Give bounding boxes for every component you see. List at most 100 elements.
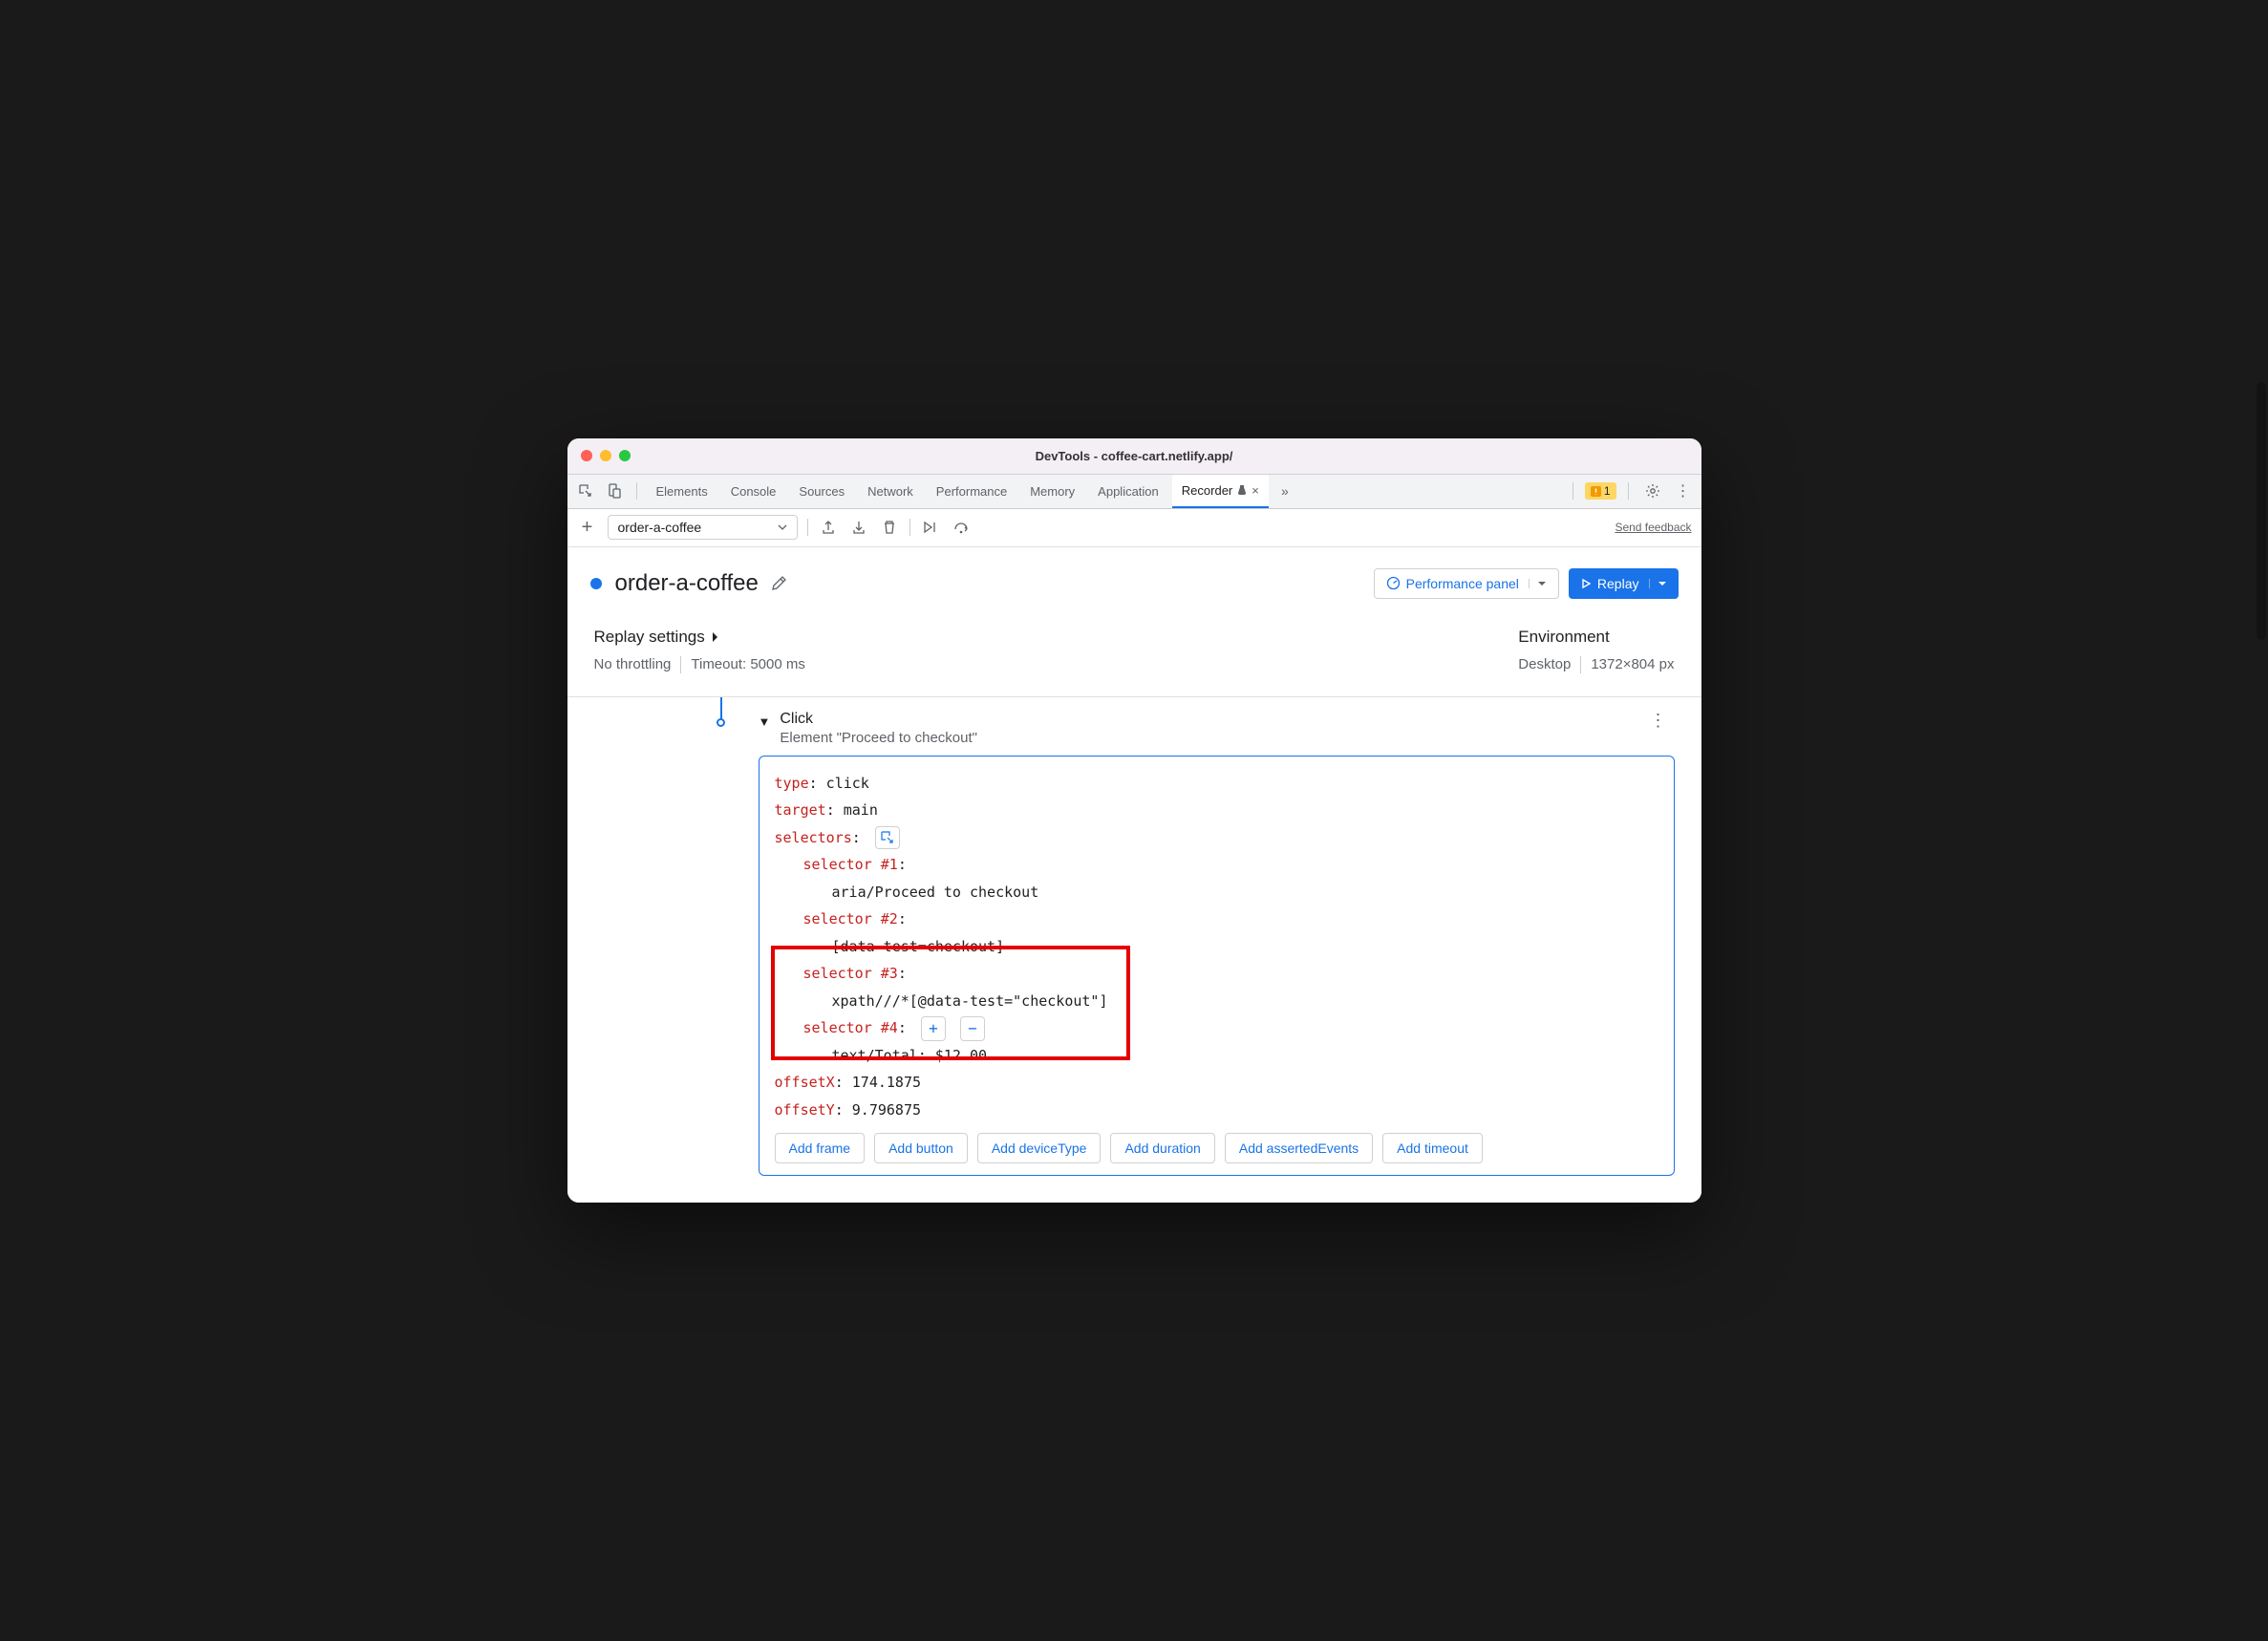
- close-window-button[interactable]: [581, 450, 592, 461]
- code-val-type[interactable]: : click: [809, 775, 869, 792]
- recording-select-value: order-a-coffee: [618, 520, 702, 535]
- device-value: Desktop: [1518, 656, 1571, 672]
- code-val-sel2[interactable]: [data-test=checkout]: [832, 938, 1005, 955]
- recording-title: order-a-coffee: [615, 570, 759, 597]
- delete-icon[interactable]: [879, 517, 900, 538]
- maximize-window-button[interactable]: [619, 450, 631, 461]
- tab-application[interactable]: Application: [1088, 474, 1168, 508]
- environment-heading: Environment: [1518, 628, 1674, 647]
- warning-icon: [1591, 486, 1601, 497]
- step-over-icon[interactable]: [951, 517, 972, 538]
- code-key-sel3: selector #3: [803, 965, 898, 982]
- add-selector-button[interactable]: +: [921, 1016, 946, 1041]
- import-icon[interactable]: [848, 517, 869, 538]
- recorder-toolbar: + order-a-coffee Send feedback: [567, 509, 1701, 547]
- separator: [1580, 656, 1581, 673]
- code-val-sel1[interactable]: aria/Proceed to checkout: [832, 884, 1039, 901]
- performance-panel-label: Performance panel: [1406, 576, 1519, 591]
- step-title: Click: [780, 711, 977, 728]
- separator: [636, 482, 637, 500]
- code-key-sel4: selector #4: [803, 1019, 898, 1036]
- tab-console[interactable]: Console: [721, 474, 786, 508]
- dimensions-value: 1372×804 px: [1591, 656, 1674, 672]
- step-header[interactable]: ▼ Click Element "Proceed to checkout" ⋮: [720, 697, 1675, 756]
- edit-title-icon[interactable]: [770, 575, 787, 592]
- devtools-tabstrip: Elements Console Sources Network Perform…: [567, 475, 1701, 509]
- traffic-lights: [581, 450, 631, 461]
- titlebar: DevTools - coffee-cart.netlify.app/: [567, 438, 1701, 475]
- add-attribute-row: Add frame Add button Add deviceType Add …: [775, 1133, 1658, 1163]
- play-icon: [1580, 578, 1592, 589]
- more-tabs-icon[interactable]: »: [1273, 479, 1297, 503]
- tab-recorder[interactable]: Recorder ×: [1172, 474, 1269, 508]
- code-val-selectors: :: [852, 829, 861, 846]
- add-devicetype-button[interactable]: Add deviceType: [977, 1133, 1102, 1163]
- remove-selector-button[interactable]: −: [960, 1016, 985, 1041]
- separator: [1628, 482, 1629, 500]
- chevron-right-icon: [711, 631, 719, 643]
- separator: [680, 656, 681, 673]
- gauge-icon: [1386, 576, 1401, 590]
- step-area: ▼ Click Element "Proceed to checkout" ⋮ …: [567, 697, 1701, 1204]
- code-val-sel4[interactable]: text/Total: $12.00: [832, 1047, 988, 1064]
- new-recording-button[interactable]: +: [577, 517, 598, 539]
- inspect-icon[interactable]: [573, 479, 598, 503]
- code-key-offsetx: offsetX: [775, 1074, 835, 1091]
- code-key-type: type: [775, 775, 809, 792]
- recording-select[interactable]: order-a-coffee: [608, 515, 799, 540]
- kebab-menu-icon[interactable]: ⋮: [1671, 479, 1696, 503]
- device-toggle-icon[interactable]: [602, 479, 627, 503]
- add-button-button[interactable]: Add button: [874, 1133, 968, 1163]
- code-key-sel1: selector #1: [803, 856, 898, 873]
- settings-gear-icon[interactable]: [1640, 479, 1665, 503]
- add-timeout-button[interactable]: Add timeout: [1382, 1133, 1483, 1163]
- replay-button[interactable]: Replay: [1569, 568, 1679, 599]
- code-val-offsety[interactable]: : 9.796875: [835, 1101, 921, 1119]
- step-details-card: type: click target: main selectors: sele…: [759, 756, 1675, 1177]
- flask-icon: [1236, 484, 1248, 496]
- separator: [909, 519, 910, 536]
- chevron-down-icon[interactable]: [1529, 579, 1547, 588]
- recording-status-dot: [590, 578, 602, 589]
- element-picker-icon[interactable]: [875, 826, 900, 849]
- tab-performance[interactable]: Performance: [927, 474, 1016, 508]
- add-duration-button[interactable]: Add duration: [1110, 1133, 1214, 1163]
- add-frame-button[interactable]: Add frame: [775, 1133, 866, 1163]
- recording-header: order-a-coffee Performance panel Replay: [567, 547, 1701, 610]
- minimize-window-button[interactable]: [600, 450, 611, 461]
- tab-network[interactable]: Network: [858, 474, 923, 508]
- settings-bar: Replay settings No throttling Timeout: 5…: [567, 610, 1701, 697]
- window-title: DevTools - coffee-cart.netlify.app/: [567, 449, 1701, 463]
- chevron-down-icon: [778, 522, 787, 532]
- tab-recorder-label: Recorder: [1182, 483, 1232, 498]
- devtools-window: DevTools - coffee-cart.netlify.app/ Elem…: [567, 438, 1701, 1204]
- chevron-down-icon[interactable]: ▼: [759, 714, 771, 729]
- code-key-offsety: offsetY: [775, 1101, 835, 1119]
- code-key-target: target: [775, 801, 826, 819]
- code-key-sel2: selector #2: [803, 910, 898, 927]
- close-tab-icon[interactable]: ×: [1252, 483, 1259, 498]
- add-assertedevents-button[interactable]: Add assertedEvents: [1225, 1133, 1373, 1163]
- code-val-target[interactable]: : main: [826, 801, 878, 819]
- tab-elements[interactable]: Elements: [647, 474, 717, 508]
- replay-label: Replay: [1597, 576, 1639, 591]
- export-icon[interactable]: [818, 517, 839, 538]
- warnings-badge[interactable]: 1: [1585, 482, 1616, 500]
- step-play-icon[interactable]: [920, 517, 941, 538]
- step-subtitle: Element "Proceed to checkout": [780, 730, 977, 746]
- code-val-offsetx[interactable]: : 174.1875: [835, 1074, 921, 1091]
- separator: [807, 519, 808, 536]
- tab-memory[interactable]: Memory: [1020, 474, 1084, 508]
- timeline-dot: [717, 718, 725, 727]
- step-kebab-menu-icon[interactable]: ⋮: [1650, 711, 1675, 731]
- chevron-down-icon[interactable]: [1649, 579, 1667, 588]
- warning-count: 1: [1604, 484, 1611, 498]
- timeout-value: Timeout: 5000 ms: [691, 656, 805, 672]
- throttling-value: No throttling: [594, 656, 672, 672]
- code-key-selectors: selectors: [775, 829, 852, 846]
- tab-sources[interactable]: Sources: [789, 474, 854, 508]
- send-feedback-link[interactable]: Send feedback: [1615, 521, 1691, 534]
- performance-panel-button[interactable]: Performance panel: [1374, 568, 1559, 599]
- replay-settings-heading[interactable]: Replay settings: [594, 628, 805, 647]
- code-val-sel3[interactable]: xpath///*[@data-test="checkout"]: [832, 992, 1108, 1010]
